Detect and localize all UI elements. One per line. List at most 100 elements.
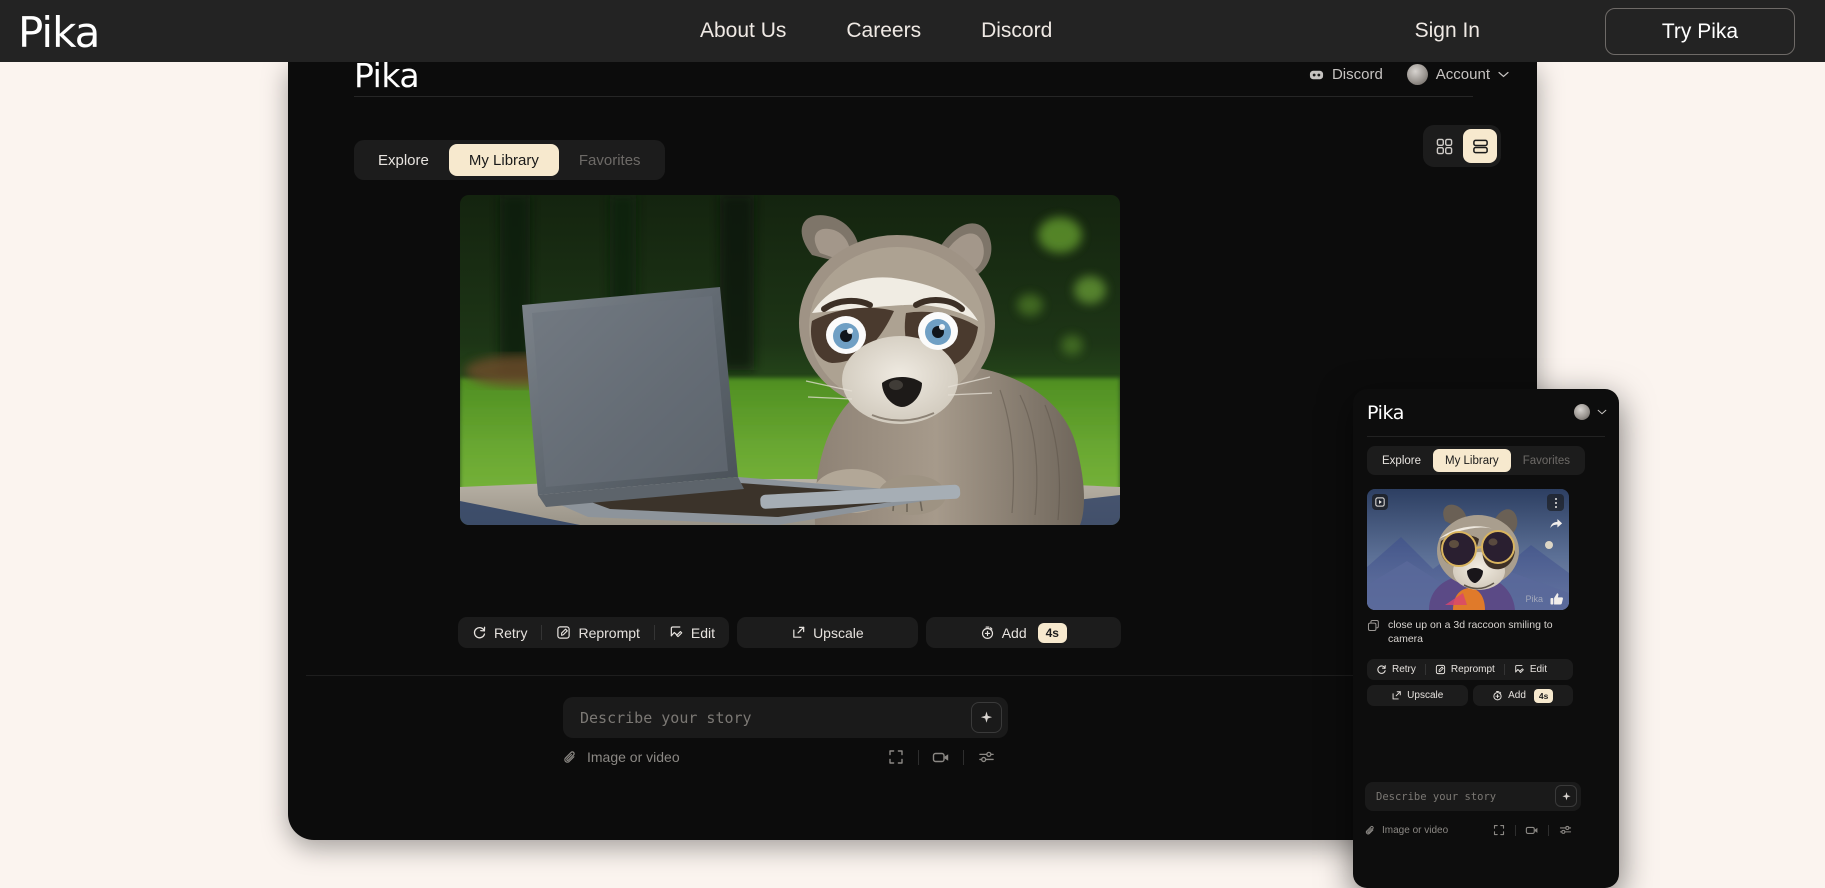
copy-icon[interactable] xyxy=(1367,618,1380,646)
upscale-button[interactable]: Upscale xyxy=(777,617,878,648)
list-view-button[interactable] xyxy=(1463,129,1497,163)
prompt-toolbar: Image or video xyxy=(563,745,1008,769)
mobile-tab-favorites[interactable]: Favorites xyxy=(1511,449,1582,472)
chevron-down-icon xyxy=(1597,409,1607,415)
card-caption: close up on a 3d raccoon smiling to came… xyxy=(1367,618,1573,646)
mobile-retry-button[interactable]: Retry xyxy=(1367,659,1425,680)
mobile-library-tabs: Explore My Library Favorites xyxy=(1367,446,1585,475)
upscale-icon xyxy=(1391,690,1402,701)
generate-button[interactable] xyxy=(971,702,1002,733)
card-menu-button[interactable] xyxy=(1547,494,1564,511)
retry-button[interactable]: Retry xyxy=(458,617,541,648)
mobile-tab-explore[interactable]: Explore xyxy=(1370,449,1433,472)
app-panel: Pika Discord Account Explore My Library … xyxy=(288,62,1537,840)
try-pika-button[interactable]: Try Pika xyxy=(1605,8,1795,55)
tab-favorites[interactable]: Favorites xyxy=(559,144,661,176)
mobile-header: Pika xyxy=(1367,402,1607,430)
account-label: Account xyxy=(1435,66,1490,83)
mobile-tab-my-library[interactable]: My Library xyxy=(1433,449,1511,472)
aspect-ratio-button[interactable] xyxy=(874,749,918,765)
paperclip-icon xyxy=(563,750,578,765)
prompt-input[interactable]: Describe your story xyxy=(580,709,752,727)
mobile-generate-button[interactable] xyxy=(1555,785,1577,807)
sparkle-icon xyxy=(979,710,994,725)
edit-label: Edit xyxy=(690,624,716,641)
mobile-prompt-tools xyxy=(1483,824,1581,836)
mobile-prompt-input[interactable]: Describe your story xyxy=(1376,791,1496,803)
generated-video-frame[interactable] xyxy=(460,195,1120,525)
pika-watermark: Pika xyxy=(1525,594,1543,604)
caption-text: close up on a 3d raccoon smiling to came… xyxy=(1388,619,1553,646)
mobile-upscale-group: Upscale xyxy=(1367,685,1468,706)
mobile-upscale-label: Upscale xyxy=(1407,690,1444,701)
header-divider xyxy=(354,96,1473,97)
mobile-upscale-row: Upscale Add 4s xyxy=(1367,685,1573,706)
edit-icon xyxy=(1514,664,1525,675)
prompt-input-container: Describe your story xyxy=(563,697,1008,738)
edit-button[interactable]: Edit xyxy=(655,617,729,648)
list-view-icon xyxy=(1472,138,1489,155)
discord-link[interactable]: Discord xyxy=(1309,66,1383,83)
like-button[interactable] xyxy=(1549,591,1565,607)
settings-button[interactable] xyxy=(964,749,1008,765)
mobile-video-mode-button[interactable] xyxy=(1516,824,1548,836)
video-camera-icon xyxy=(932,749,950,765)
mobile-edit-group: Retry Reprompt Edit xyxy=(1367,659,1573,680)
account-menu[interactable]: Account xyxy=(1406,64,1509,85)
tab-my-library[interactable]: My Library xyxy=(448,144,559,176)
grid-view-button[interactable] xyxy=(1427,129,1461,163)
mobile-account-menu[interactable] xyxy=(1574,404,1607,420)
paperclip-icon xyxy=(1365,825,1376,836)
upscale-icon xyxy=(791,625,806,640)
reprompt-button[interactable]: Reprompt xyxy=(542,617,653,648)
mobile-header-divider xyxy=(1367,436,1605,437)
video-camera-icon xyxy=(1525,824,1539,836)
expand-icon xyxy=(888,749,904,765)
video-mode-button[interactable] xyxy=(919,749,963,765)
sign-in-button[interactable]: Sign In xyxy=(1415,19,1480,43)
add-button[interactable]: Add 4s xyxy=(966,617,1081,648)
mobile-reprompt-label: Reprompt xyxy=(1450,664,1495,675)
avatar xyxy=(1406,64,1428,85)
section-divider xyxy=(306,675,1461,676)
retry-label: Retry xyxy=(494,624,528,641)
mobile-add-button[interactable]: Add 4s xyxy=(1483,685,1562,706)
mobile-settings-button[interactable] xyxy=(1549,824,1581,836)
app-header-right: Discord Account xyxy=(1309,64,1509,85)
play-badge-icon xyxy=(1372,494,1388,510)
settings-sliders-icon xyxy=(1559,824,1572,836)
mobile-prompt-area: Describe your story Image or video xyxy=(1365,782,1581,840)
reprompt-label: Reprompt xyxy=(578,624,640,641)
app-logo[interactable]: Pika xyxy=(354,62,420,95)
mobile-prompt-container: Describe your story xyxy=(1365,782,1581,811)
discord-icon xyxy=(1309,69,1324,81)
mobile-prompt-toolbar: Image or video xyxy=(1365,820,1581,840)
top-navigation-bar: Pika About Us Careers Discord Sign In Tr… xyxy=(0,0,1825,62)
mobile-reprompt-button[interactable]: Reprompt xyxy=(1426,659,1504,680)
nav-link-discord[interactable]: Discord xyxy=(981,19,1052,43)
raccoon-sunglasses-image xyxy=(1367,489,1569,610)
mobile-add-group: Add 4s xyxy=(1472,685,1573,706)
upscale-label: Upscale xyxy=(813,624,864,641)
add-group: Add 4s xyxy=(925,617,1122,648)
kebab-menu-icon xyxy=(1547,494,1564,511)
view-mode-toggle xyxy=(1423,125,1501,167)
mobile-add-duration-badge[interactable]: 4s xyxy=(1533,688,1554,703)
mobile-logo[interactable]: Pika xyxy=(1367,402,1607,424)
attach-media-button[interactable]: Image or video xyxy=(563,749,680,765)
add-duration-badge[interactable]: 4s xyxy=(1037,622,1067,643)
mobile-upscale-button[interactable]: Upscale xyxy=(1382,685,1452,706)
grid-view-icon xyxy=(1436,138,1453,155)
share-button[interactable] xyxy=(1548,516,1564,531)
tab-explore[interactable]: Explore xyxy=(358,144,449,176)
mobile-aspect-ratio-button[interactable] xyxy=(1483,824,1515,836)
prompt-tools xyxy=(874,749,1008,765)
upscale-group: Upscale xyxy=(737,617,918,648)
site-logo[interactable]: Pika xyxy=(18,8,100,57)
library-card[interactable]: Pika xyxy=(1367,489,1569,610)
reprompt-icon xyxy=(556,625,571,640)
mobile-edit-button[interactable]: Edit xyxy=(1505,659,1556,680)
mobile-attach-button[interactable]: Image or video xyxy=(1365,825,1448,836)
nav-link-careers[interactable]: Careers xyxy=(846,19,921,43)
nav-link-about-us[interactable]: About Us xyxy=(700,19,786,43)
